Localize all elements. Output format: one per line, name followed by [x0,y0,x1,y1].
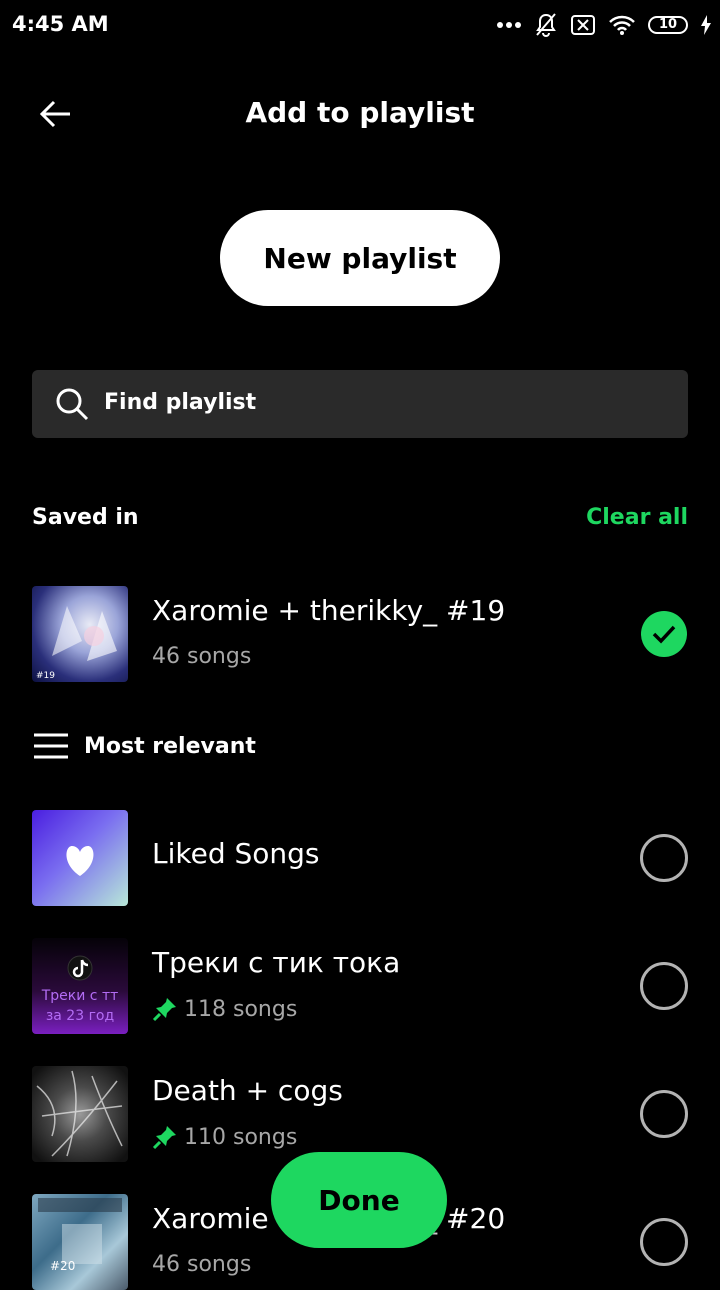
song-count: 118 songs [184,996,298,1022]
list-item[interactable]: Треки с тт за 23 год Треки с тик тока 11… [0,938,720,1034]
search-input[interactable]: Find playlist [32,370,688,438]
status-bar: 4:45 AM 10 [0,0,720,52]
check-icon [652,625,676,644]
playlist-title: Xaromie + therikky_ #19 [152,594,506,627]
heart-icon [66,846,94,876]
more-dots-icon [497,22,521,28]
playlist-title: Liked Songs [152,837,320,870]
list-item[interactable]: Death + cogs 110 songs [0,1066,720,1162]
cover-label: Треки с тт за 23 год [41,988,119,1024]
cover-art-icon: #19 [36,606,117,681]
saved-in-label: Saved in [32,505,139,530]
battery-icon: 10 [648,16,688,34]
search-placeholder: Find playlist [104,390,257,415]
selected-checkbox[interactable] [641,611,687,657]
page-title: Add to playlist [245,96,475,129]
cover-art-icon [36,1070,123,1157]
playlist-cover [32,1066,128,1162]
pin-icon [152,998,176,1022]
wifi-icon [609,15,635,35]
bell-muted-icon [536,13,556,37]
playlist-cover: Треки с тт за 23 год [32,938,128,1034]
playlist-title: Треки с тик тока [152,946,401,979]
search-icon [56,388,89,421]
playlist-cover: #20 [32,1194,128,1290]
playlist-subtitle: 46 songs [152,644,251,669]
list-item[interactable]: Liked Songs [0,810,720,906]
select-radio[interactable] [640,962,688,1010]
clear-all-button[interactable]: Clear all [586,505,688,530]
cover-label: #19 [36,671,55,681]
song-count: 110 songs [184,1124,298,1150]
done-button[interactable]: Done [271,1152,447,1248]
playlist-title: Death + cogs [152,1074,343,1107]
header: Add to playlist [0,78,720,150]
song-count: 46 songs [152,1252,252,1277]
playlist-cover [32,810,128,906]
playlist-subtitle: 118 songs [152,996,297,1022]
sort-button[interactable]: Most relevant [32,730,256,762]
charging-icon [701,15,711,35]
select-radio[interactable] [640,1090,688,1138]
cover-label: #20 [50,1259,75,1273]
sort-lines-icon [34,733,68,759]
playlist-cover: #19 [32,586,128,682]
sort-label: Most relevant [84,733,256,759]
select-radio[interactable] [640,1218,688,1266]
pin-icon [152,1126,176,1150]
playlist-subtitle: 110 songs [152,1124,297,1150]
sim-off-icon [571,15,595,35]
new-playlist-button[interactable]: New playlist [220,210,500,306]
list-item[interactable]: #19 Xaromie + therikky_ #19 46 songs [0,586,720,682]
select-radio[interactable] [640,834,688,882]
cover-art-icon: #20 [38,1198,122,1273]
status-icons: 10 [496,10,712,40]
playlist-subtitle: 46 songs [152,1252,251,1277]
song-count: 46 songs [152,644,252,669]
status-time: 4:45 AM [12,12,109,36]
